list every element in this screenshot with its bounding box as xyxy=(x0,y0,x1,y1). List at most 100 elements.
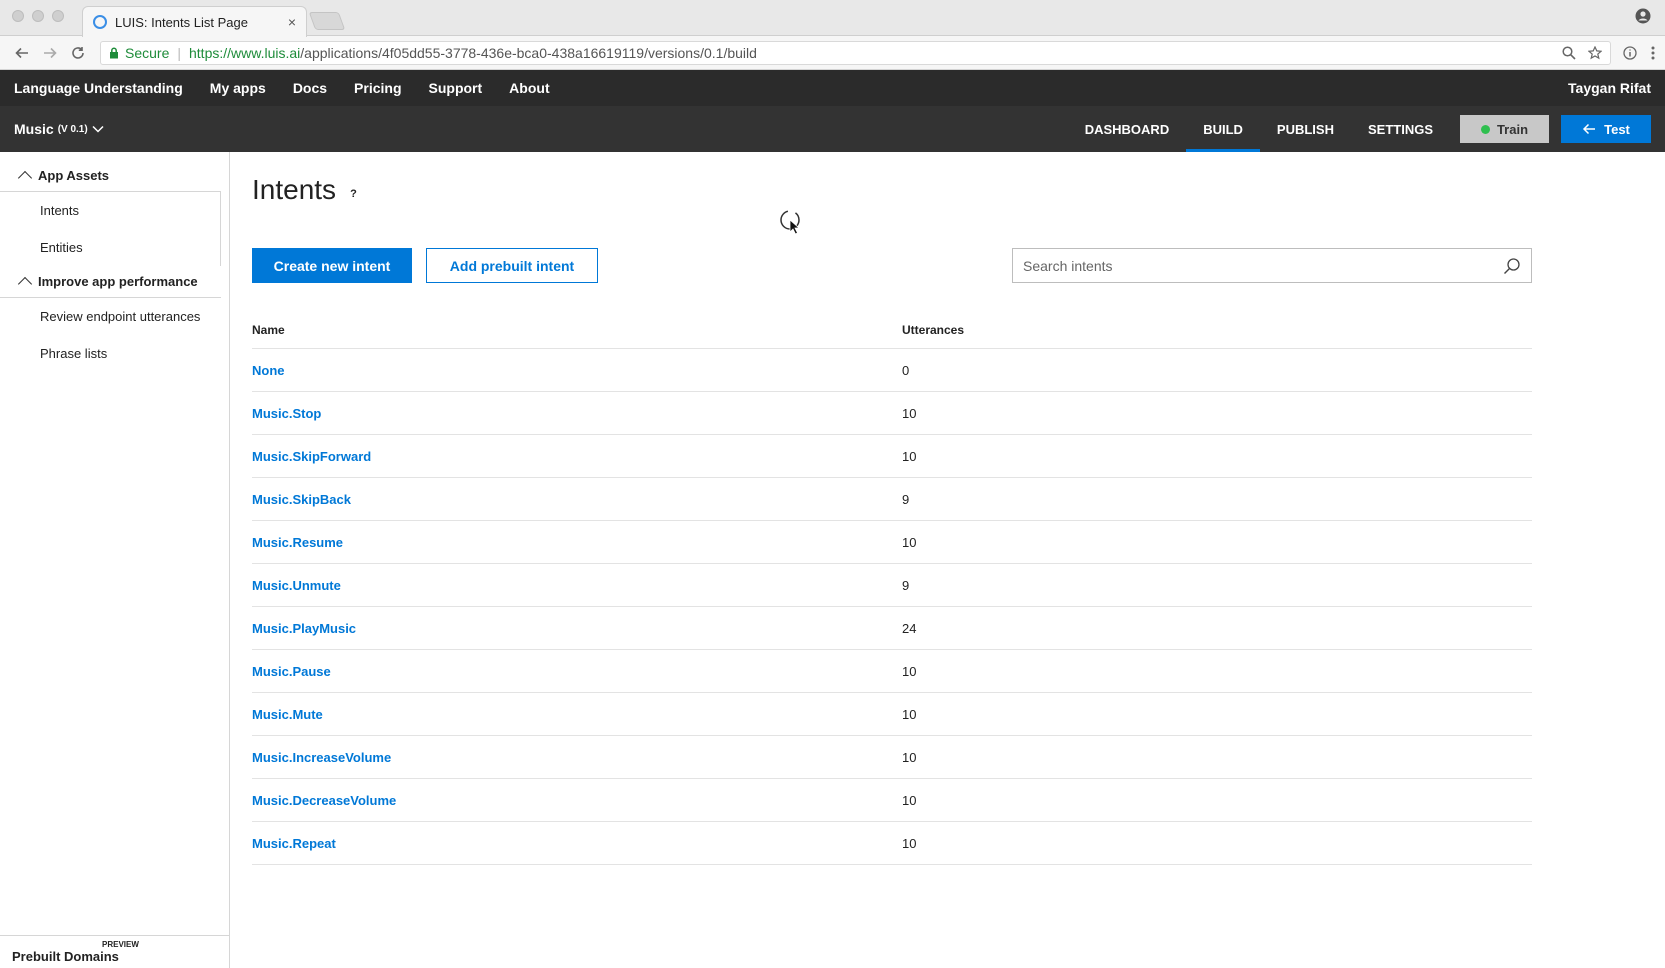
new-tab-button[interactable] xyxy=(308,12,346,30)
app-selector[interactable]: Music (V 0.1) xyxy=(14,121,104,137)
search-icon[interactable] xyxy=(1503,257,1521,275)
browser-tab[interactable]: LUIS: Intents List Page × xyxy=(82,6,307,37)
train-button[interactable]: Train xyxy=(1460,115,1549,143)
url-host: https://www.luis.ai xyxy=(189,44,301,61)
tab-publish[interactable]: PUBLISH xyxy=(1260,106,1351,152)
title-row: Intents ? xyxy=(252,174,1665,206)
zoom-icon[interactable] xyxy=(1562,45,1576,60)
secure-label: Secure xyxy=(125,44,170,61)
sidebar-group-improve-performance: Review endpoint utterances Phrase lists xyxy=(0,298,229,372)
sidebar-item-entities[interactable]: Entities xyxy=(0,229,220,266)
utterance-count: 10 xyxy=(902,448,917,464)
user-name[interactable]: Taygan Rifat xyxy=(1568,80,1651,96)
browser-tab-bar: LUIS: Intents List Page × xyxy=(0,0,1665,37)
sidebar-item-intents[interactable]: Intents xyxy=(0,192,220,229)
tab-title: LUIS: Intents List Page xyxy=(115,14,248,30)
create-new-intent-button[interactable]: Create new intent xyxy=(252,248,412,283)
app-sub-nav: Music (V 0.1) DASHBOARD BUILD PUBLISH SE… xyxy=(0,106,1665,152)
test-button[interactable]: Test xyxy=(1561,115,1651,143)
help-icon[interactable]: ? xyxy=(350,188,357,200)
sidebar-section-improve-performance[interactable]: Improve app performance xyxy=(0,266,221,298)
utterance-count: 9 xyxy=(902,577,910,593)
forward-icon[interactable] xyxy=(38,41,62,65)
app-top-nav: Language Understanding My apps Docs Pric… xyxy=(0,70,1665,106)
nav-pricing[interactable]: Pricing xyxy=(354,80,401,96)
intent-name-link[interactable]: Music.SkipBack xyxy=(252,492,902,507)
table-row[interactable]: Music.Pause 10 xyxy=(252,650,1532,693)
utterance-count: 10 xyxy=(902,706,917,722)
add-prebuilt-intent-button[interactable]: Add prebuilt intent xyxy=(426,248,598,283)
intent-name-link[interactable]: Music.DecreaseVolume xyxy=(252,793,902,808)
table-row[interactable]: Music.SkipBack 9 xyxy=(252,478,1532,521)
tab-dashboard[interactable]: DASHBOARD xyxy=(1068,106,1187,152)
sidebar-item-review-endpoint-utterances[interactable]: Review endpoint utterances xyxy=(0,298,229,335)
intent-name-link[interactable]: None xyxy=(252,363,902,378)
info-icon[interactable] xyxy=(1623,45,1637,60)
utterance-count: 10 xyxy=(902,534,917,550)
intent-name-link[interactable]: Music.SkipForward xyxy=(252,449,902,464)
chevron-up-icon xyxy=(17,276,33,292)
window-controls xyxy=(12,10,64,22)
star-icon[interactable] xyxy=(1588,45,1602,60)
utterance-count: 10 xyxy=(902,405,917,421)
table-row[interactable]: Music.Resume 10 xyxy=(252,521,1532,564)
menu-kebab-icon[interactable] xyxy=(1651,46,1655,60)
chevron-up-icon xyxy=(17,170,33,186)
close-window-button[interactable] xyxy=(12,10,24,22)
nav-language-understanding[interactable]: Language Understanding xyxy=(14,80,183,96)
lock-icon xyxy=(110,47,118,58)
browser-address-bar: Secure | https://www.luis.ai /applicatio… xyxy=(0,36,1665,70)
arrow-left-icon xyxy=(1583,123,1596,135)
table-row[interactable]: Music.Mute 10 xyxy=(252,693,1532,736)
maximize-window-button[interactable] xyxy=(52,10,64,22)
sidebar-section-app-assets[interactable]: App Assets xyxy=(0,160,221,192)
utterance-count: 10 xyxy=(902,792,917,808)
table-row[interactable]: Music.IncreaseVolume 10 xyxy=(252,736,1532,779)
intent-name-link[interactable]: Music.Pause xyxy=(252,664,902,679)
table-row[interactable]: Music.DecreaseVolume 10 xyxy=(252,779,1532,822)
table-body: None 0 Music.Stop 10 Music.SkipForward 10 Musi… xyxy=(252,349,1532,865)
test-label: Test xyxy=(1604,121,1630,137)
column-header-name[interactable]: Name xyxy=(252,323,902,337)
browser-extras xyxy=(1623,45,1655,60)
url-bar[interactable]: Secure | https://www.luis.ai /applicatio… xyxy=(100,40,1611,65)
minimize-window-button[interactable] xyxy=(32,10,44,22)
nav-support[interactable]: Support xyxy=(429,80,483,96)
intent-name-link[interactable]: Music.Stop xyxy=(252,406,902,421)
actions-row: Create new intent Add prebuilt intent xyxy=(252,248,1532,283)
tab-close-icon[interactable]: × xyxy=(288,14,296,30)
search-input[interactable] xyxy=(1023,257,1503,274)
prebuilt-domains-link[interactable]: PREVIEW Prebuilt Domains xyxy=(0,935,229,968)
column-header-utterances[interactable]: Utterances xyxy=(902,323,964,337)
intent-name-link[interactable]: Music.Resume xyxy=(252,535,902,550)
url-separator: | xyxy=(177,44,181,61)
table-row[interactable]: Music.PlayMusic 24 xyxy=(252,607,1532,650)
intent-name-link[interactable]: Music.Repeat xyxy=(252,836,902,851)
globe-icon xyxy=(93,15,107,29)
intent-name-link[interactable]: Music.Mute xyxy=(252,707,902,722)
profile-icon[interactable] xyxy=(1635,8,1651,24)
sidebar-item-phrase-lists[interactable]: Phrase lists xyxy=(0,335,229,372)
omnibox-actions xyxy=(1562,45,1602,60)
intents-table: Name Utterances None 0 Music.Stop 10 Music.S… xyxy=(252,323,1532,865)
tab-build[interactable]: BUILD xyxy=(1186,106,1260,152)
intent-name-link[interactable]: Music.Unmute xyxy=(252,578,902,593)
utterance-count: 0 xyxy=(902,362,910,378)
tab-settings[interactable]: SETTINGS xyxy=(1351,106,1450,152)
table-row[interactable]: None 0 xyxy=(252,349,1532,392)
reload-icon[interactable] xyxy=(66,41,90,65)
sidebar-group-app-assets: Intents Entities xyxy=(0,192,221,266)
intent-name-link[interactable]: Music.PlayMusic xyxy=(252,621,902,636)
nav-about[interactable]: About xyxy=(509,80,549,96)
back-icon[interactable] xyxy=(10,41,34,65)
nav-docs[interactable]: Docs xyxy=(293,80,327,96)
utterance-count: 24 xyxy=(902,620,917,636)
nav-my-apps[interactable]: My apps xyxy=(210,80,266,96)
table-row[interactable]: Music.Repeat 10 xyxy=(252,822,1532,865)
table-row[interactable]: Music.Unmute 9 xyxy=(252,564,1532,607)
table-row[interactable]: Music.Stop 10 xyxy=(252,392,1532,435)
table-row[interactable]: Music.SkipForward 10 xyxy=(252,435,1532,478)
intent-name-link[interactable]: Music.IncreaseVolume xyxy=(252,750,902,765)
search-box xyxy=(1012,248,1532,283)
sidebar: App Assets Intents Entities Improve app … xyxy=(0,152,230,968)
